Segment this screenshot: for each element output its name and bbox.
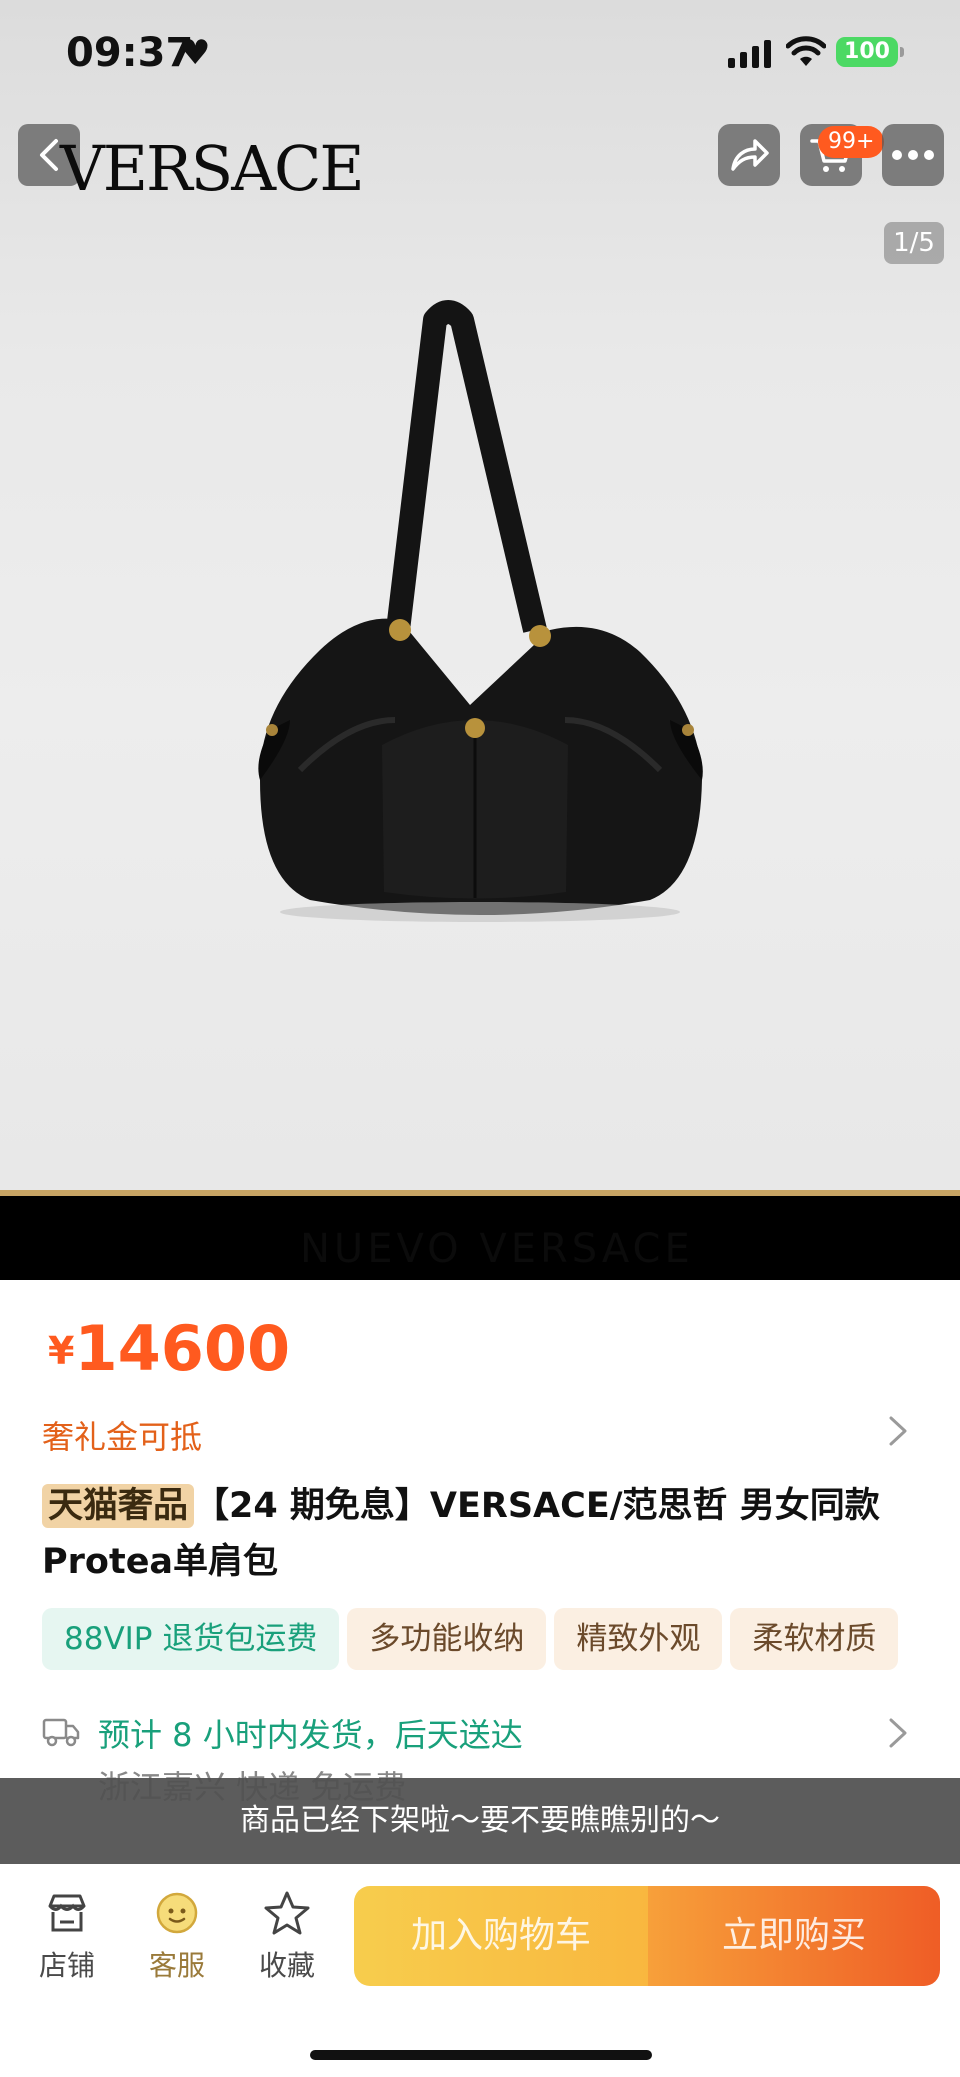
tab-store-label: 店铺 — [38, 1949, 95, 1982]
shipping-estimate[interactable]: 预计 8 小时内发货，后天送达 — [98, 1710, 523, 1756]
price: ¥14600 — [48, 1312, 290, 1385]
customer-service-icon — [156, 1892, 198, 1934]
tab-customer-service-label: 客服 — [148, 1949, 205, 1982]
page-indicator: 1/5 — [884, 222, 944, 264]
chevron-right-icon[interactable] — [886, 1414, 910, 1448]
brand-logo: VERSACE — [60, 132, 365, 205]
signal-icon — [728, 40, 771, 68]
chip-appearance[interactable]: 精致外观 — [554, 1608, 723, 1670]
price-currency: ¥ — [48, 1329, 75, 1373]
promo-label[interactable]: 奢礼金可抵 — [42, 1412, 202, 1458]
chip-vip-return[interactable]: 88VIP 退货包运费 — [42, 1608, 340, 1670]
tab-customer-service[interactable]: 客服 — [132, 1888, 222, 1984]
product-gallery[interactable]: 09:37 ♥ 100 VERSACE 99+ 1/5 — [0, 0, 960, 1190]
gallery-banner: NUEVO VERSACE — [0, 1190, 960, 1280]
status-time: 09:37 — [66, 30, 194, 76]
back-arrow-icon — [40, 139, 58, 171]
price-amount: 14600 — [74, 1312, 291, 1385]
tab-store[interactable]: 店铺 — [22, 1888, 112, 1984]
share-button[interactable] — [718, 124, 780, 186]
chevron-right-icon[interactable] — [886, 1716, 910, 1750]
add-to-cart-button[interactable]: 加入购物车 — [354, 1886, 648, 1986]
home-indicator — [310, 2050, 652, 2060]
banner-text: NUEVO VERSACE — [300, 1226, 694, 1272]
wifi-icon — [786, 36, 826, 66]
tab-favorite[interactable]: 收藏 — [242, 1888, 332, 1984]
bottom-action-bar: 店铺 客服 收藏 加入购物车 立即购买 — [0, 1864, 960, 2077]
status-bar: 09:37 ♥ 100 — [0, 0, 960, 110]
cart-badge: 99+ — [818, 126, 885, 158]
more-button[interactable] — [882, 124, 944, 186]
product-title: 天猫奢品 【24 期免息】VERSACE/范思哲 男女同款 Protea单肩包 — [42, 1478, 922, 1590]
feature-chips: 88VIP 退货包运费 多功能收纳 精致外观 柔软材质 — [42, 1608, 960, 1670]
battery-icon: 100 — [836, 37, 904, 67]
tmall-luxury-tag: 天猫奢品 — [42, 1484, 195, 1528]
chip-material[interactable]: 柔软材质 — [730, 1608, 899, 1670]
chip-storage[interactable]: 多功能收纳 — [347, 1608, 547, 1670]
share-icon — [731, 139, 769, 171]
delivery-truck-icon — [42, 1718, 80, 1747]
more-icon — [892, 150, 934, 160]
heart-icon: ♥ — [180, 33, 211, 73]
delisted-toast: 商品已经下架啦～要不要瞧瞧别的～ — [0, 1778, 960, 1864]
tab-favorite-label: 收藏 — [258, 1949, 315, 1982]
star-icon — [264, 1891, 310, 1935]
store-icon — [48, 1894, 86, 1932]
product-image — [258, 300, 703, 922]
buy-now-button[interactable]: 立即购买 — [648, 1886, 940, 1986]
